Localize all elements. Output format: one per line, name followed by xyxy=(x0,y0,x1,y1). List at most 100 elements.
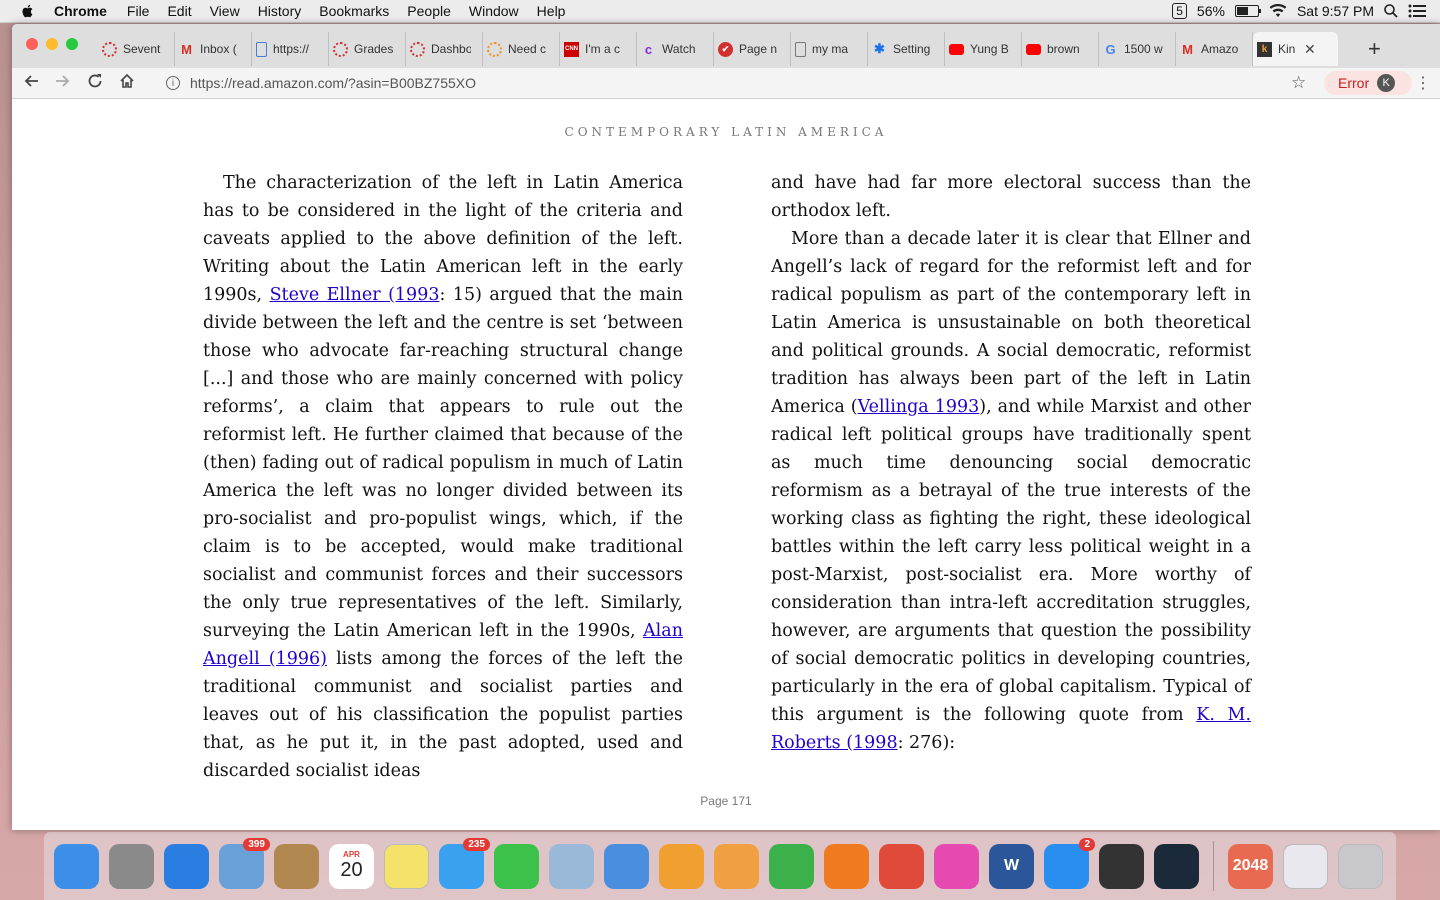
dock-numbers-icon[interactable] xyxy=(769,843,814,889)
dock-itunes-icon[interactable] xyxy=(934,843,979,889)
paragraph: More than a decade later it is clear tha… xyxy=(771,225,1251,757)
dock-notes-icon[interactable] xyxy=(384,843,429,889)
tab-6[interactable]: CNN I'm a c xyxy=(560,32,637,66)
dock-word-icon[interactable]: W xyxy=(989,843,1034,889)
menu-people[interactable]: People xyxy=(407,3,451,19)
back-button[interactable] xyxy=(18,73,44,94)
site-info-icon[interactable]: i xyxy=(166,76,180,90)
minimize-window-button[interactable] xyxy=(46,38,58,50)
dock-ibooks-icon[interactable] xyxy=(824,843,869,889)
document-icon xyxy=(256,41,267,57)
error-label: Error xyxy=(1338,75,1370,91)
menu-file[interactable]: File xyxy=(127,3,150,19)
tab-title: Watch xyxy=(662,42,696,56)
close-tab-icon[interactable]: ✕ xyxy=(1304,41,1316,58)
reload-button[interactable] xyxy=(82,73,108,94)
dock-screenium-icon[interactable] xyxy=(1099,843,1144,889)
dock-photos-icon[interactable] xyxy=(659,843,704,889)
dock-word-document-icon[interactable] xyxy=(1283,843,1328,889)
shield-5-icon[interactable]: 5 xyxy=(1172,3,1187,19)
citation-link-ellner[interactable]: Steve Ellner (1993 xyxy=(270,285,440,305)
home-button[interactable] xyxy=(114,73,140,94)
tab-title: Kin xyxy=(1278,42,1296,56)
tab-7[interactable]: c Watch xyxy=(637,32,714,66)
left-column: The characterization of the left in Lati… xyxy=(203,169,683,785)
gmail-icon: M xyxy=(1182,41,1193,57)
tab-13[interactable]: G 1500 w xyxy=(1099,32,1176,66)
dock-messages-icon[interactable]: 235 xyxy=(439,837,490,889)
tab-title: I'm a c xyxy=(585,42,620,56)
tab-title: brown xyxy=(1047,42,1080,56)
dock-pages-icon[interactable] xyxy=(714,843,759,889)
tab-title: Page n xyxy=(739,42,778,56)
red-circle-icon xyxy=(410,41,425,57)
apple-icon[interactable] xyxy=(20,3,36,19)
reload-icon xyxy=(88,73,102,87)
menu-history[interactable]: History xyxy=(258,3,302,19)
tab-11[interactable]: Yung B xyxy=(945,32,1022,66)
dock-trash-icon[interactable] xyxy=(1338,843,1383,889)
new-tab-button[interactable]: + xyxy=(1368,36,1381,62)
tab-15[interactable]: k Kin ✕ xyxy=(1253,32,1338,66)
forward-button[interactable] xyxy=(50,73,76,94)
zoom-window-button[interactable] xyxy=(66,38,78,50)
dock-contacts-icon[interactable] xyxy=(274,843,319,889)
dock-calendar-icon[interactable]: APR 20 xyxy=(329,843,374,889)
cnn-icon: CNN xyxy=(564,41,579,57)
home-icon xyxy=(120,73,134,88)
tab-1[interactable]: M Inbox ( xyxy=(175,32,252,66)
tab-title: Setting xyxy=(893,42,931,56)
tab-10[interactable]: ✱ Setting xyxy=(868,32,945,66)
dock-facetime-icon[interactable] xyxy=(494,843,539,889)
browser-window: Sevent M Inbox (https:// Grades Dashbo Need c… xyxy=(12,24,1440,830)
tab-title: Amazo xyxy=(1201,42,1239,56)
tab-title: Yung B xyxy=(970,42,1009,56)
menu-edit[interactable]: Edit xyxy=(167,3,191,19)
menu-app-chrome[interactable]: Chrome xyxy=(54,3,107,19)
tab-5[interactable]: Need c xyxy=(483,32,560,66)
wifi-icon[interactable] xyxy=(1269,4,1287,18)
profile-error-button[interactable]: Error K xyxy=(1324,71,1412,95)
calendar-month: APR xyxy=(343,850,360,859)
tab-8[interactable]: ✔ Page n xyxy=(714,32,791,66)
dock-launchpad-icon[interactable] xyxy=(109,843,154,889)
address-bar[interactable]: i https://read.amazon.com/?asin=B00BZ755… xyxy=(156,70,1306,96)
tabs: Sevent M Inbox (https:// Grades Dashbo Need c… xyxy=(98,32,1338,66)
text-span: : 15) argued that the main divide betwee… xyxy=(203,285,683,641)
orange-circle-icon xyxy=(487,41,502,57)
tab-9[interactable]: my ma xyxy=(791,32,868,66)
text-span: ), and while Marxist and other radical l… xyxy=(771,397,1252,725)
dock-2048-icon[interactable]: 2048 xyxy=(1228,843,1273,889)
dock-finder-icon[interactable] xyxy=(54,843,99,889)
menu-help[interactable]: Help xyxy=(537,3,566,19)
page-number: Page 171 xyxy=(700,794,752,808)
dock-safari-icon[interactable] xyxy=(164,843,209,889)
menu-view[interactable]: View xyxy=(210,3,240,19)
chrome-menu-icon[interactable]: ⋮ xyxy=(1415,73,1431,93)
dock-app-store-icon[interactable]: 2 xyxy=(1044,837,1095,889)
close-window-button[interactable] xyxy=(26,38,38,50)
tab-12[interactable]: brown xyxy=(1022,32,1099,66)
battery-icon[interactable] xyxy=(1234,5,1261,17)
dock-preview-icon[interactable] xyxy=(549,843,594,889)
dock-keynote-icon[interactable] xyxy=(604,843,649,889)
dock-mail-icon[interactable]: 399 xyxy=(219,837,270,889)
notification-center-icon[interactable] xyxy=(1408,4,1426,18)
dock-app-label: W xyxy=(1003,857,1020,874)
tab-0[interactable]: Sevent xyxy=(98,32,175,66)
gear-icon: ✱ xyxy=(874,41,885,56)
tab-2[interactable]: https:// xyxy=(252,32,329,66)
spotlight-search-icon[interactable] xyxy=(1384,4,1398,18)
battery-percent[interactable]: 56% xyxy=(1197,3,1225,19)
url-text[interactable]: https://read.amazon.com/?asin=B00BZ755XO xyxy=(190,75,476,91)
tab-14[interactable]: M Amazo xyxy=(1176,32,1253,66)
clock[interactable]: Sat 9:57 PM xyxy=(1297,3,1374,19)
citation-link-vellinga[interactable]: Vellinga 1993 xyxy=(858,397,980,417)
dock-chrome-icon[interactable] xyxy=(879,843,924,889)
dock-kindle-icon[interactable] xyxy=(1154,843,1199,889)
tab-4[interactable]: Dashbo xyxy=(406,32,483,66)
menu-bookmarks[interactable]: Bookmarks xyxy=(319,3,389,19)
menu-window[interactable]: Window xyxy=(469,3,519,19)
bookmark-star-icon[interactable]: ☆ xyxy=(1291,73,1306,93)
tab-3[interactable]: Grades xyxy=(329,32,406,66)
